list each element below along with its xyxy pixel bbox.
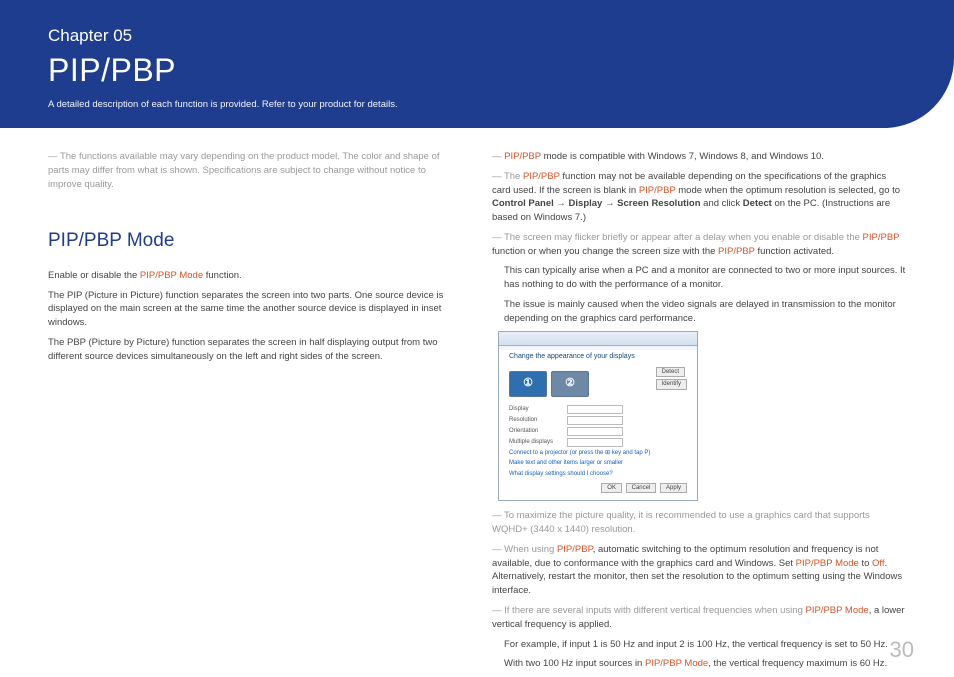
cancel-button[interactable]: Cancel	[626, 483, 657, 494]
note-flicker-3: The issue is mainly caused when the vide…	[492, 298, 906, 326]
help-link[interactable]: What display settings should I choose?	[509, 470, 687, 479]
display-select[interactable]	[567, 405, 623, 414]
section-heading: PIP/PBP Mode	[48, 227, 462, 255]
note-vfreq: ― If there are several inputs with diffe…	[492, 604, 906, 632]
window-heading: Change the appearance of your displays	[509, 352, 687, 362]
detect-button[interactable]: Detect	[656, 367, 685, 378]
page-header: Chapter 05 PIP/PBP A detailed descriptio…	[0, 0, 954, 128]
windows-screenshot: Change the appearance of your displays ①…	[498, 331, 698, 501]
monitor-preview: ① ②	[509, 371, 589, 397]
orientation-select[interactable]	[567, 427, 623, 436]
apply-button[interactable]: Apply	[660, 483, 687, 494]
enable-disable-text: Enable or disable the PIP/PBP Mode funct…	[48, 269, 462, 283]
note-vfreq-ex: For example, if input 1 is 50 Hz and inp…	[492, 638, 906, 652]
note-autores: ― When using PIP/PBP, automatic switchin…	[492, 543, 906, 598]
content-area: ― The functions available may vary depen…	[0, 128, 954, 677]
note-wqhd: ― To maximize the picture quality, it is…	[492, 509, 906, 537]
pbp-desc: The PBP (Picture by Picture) function se…	[48, 336, 462, 364]
left-column: ― The functions available may vary depen…	[48, 150, 462, 677]
note-model-vary: ― The functions available may vary depen…	[48, 150, 462, 191]
note-vfreq-100: With two 100 Hz input sources in PIP/PBP…	[492, 657, 906, 671]
textsize-link[interactable]: Make text and other items larger or smal…	[509, 459, 687, 468]
chapter-label: Chapter 05	[48, 26, 906, 46]
page-number: 30	[890, 637, 914, 663]
note-compat: ― PIP/PBP mode is compatible with Window…	[492, 150, 906, 164]
identify-button[interactable]: Identify	[656, 379, 687, 390]
monitor-2-icon: ②	[551, 371, 589, 397]
window-titlebar	[499, 332, 697, 346]
monitor-1-icon: ①	[509, 371, 547, 397]
page-title: PIP/PBP	[48, 52, 906, 89]
page-subtitle: A detailed description of each function …	[48, 99, 906, 110]
right-column: ― PIP/PBP mode is compatible with Window…	[492, 150, 906, 677]
note-flicker-2: This can typically arise when a PC and a…	[492, 264, 906, 292]
note-gpu: ― The PIP/PBP function may not be availa…	[492, 170, 906, 225]
projector-link[interactable]: Connect to a projector (or press the ⊞ k…	[509, 449, 687, 458]
pip-desc: The PIP (Picture in Picture) function se…	[48, 289, 462, 330]
resolution-select[interactable]	[567, 416, 623, 425]
note-flicker: ― The screen may flicker briefly or appe…	[492, 231, 906, 259]
ok-button[interactable]: OK	[601, 483, 622, 494]
multiple-select[interactable]	[567, 438, 623, 447]
